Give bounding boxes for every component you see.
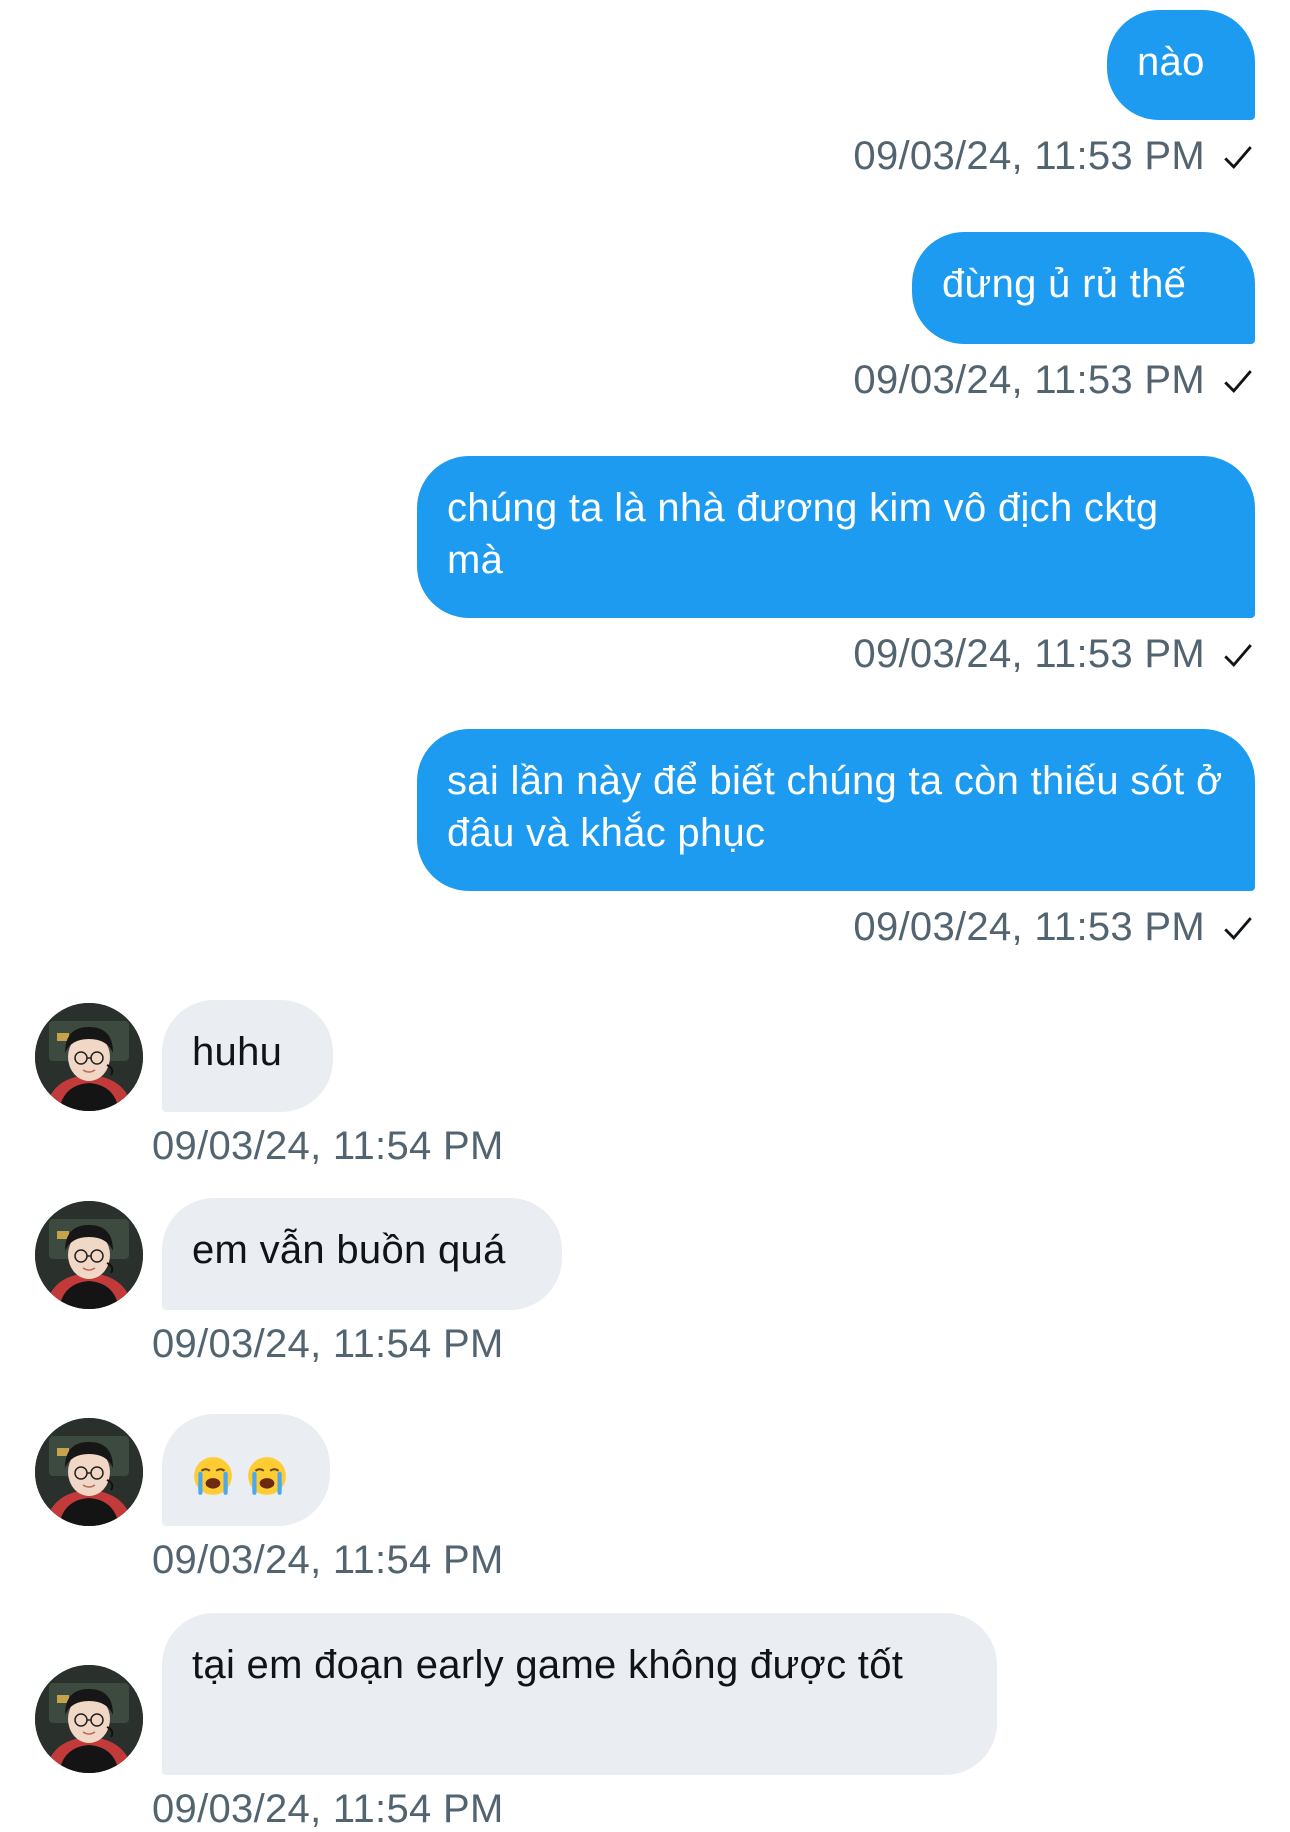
message-timestamp: 09/03/24, 11:54 PM [152, 1787, 504, 1831]
message-meta: 09/03/24, 11:53 PM [853, 358, 1255, 403]
message-timestamp: 09/03/24, 11:53 PM [853, 134, 1205, 178]
message-bubble-received[interactable] [162, 1414, 330, 1526]
avatar-image [35, 1418, 143, 1526]
message-timestamp: 09/03/24, 11:54 PM [152, 1322, 504, 1366]
avatar-image [35, 1003, 143, 1111]
message-timestamp: 09/03/24, 11:53 PM [853, 632, 1205, 676]
message-bubble-sent[interactable]: nào [1107, 10, 1255, 120]
avatar-image [35, 1665, 143, 1773]
message-bubble-sent[interactable]: đừng ủ rủ thế [912, 232, 1255, 344]
loudly-crying-face-icon [194, 1457, 232, 1496]
message-bubble-sent[interactable]: sai lần này để biết chúng ta còn thiếu s… [417, 729, 1255, 891]
check-icon [1224, 916, 1252, 940]
message-bubble-sent[interactable]: chúng ta là nhà đương kim vô địch cktg m… [417, 456, 1255, 618]
avatar[interactable] [35, 1201, 143, 1309]
message-timestamp: 09/03/24, 11:53 PM [853, 905, 1205, 949]
check-icon [1224, 643, 1252, 667]
avatar[interactable] [35, 1003, 143, 1111]
message-timestamp: 09/03/24, 11:54 PM [152, 1538, 504, 1582]
avatar[interactable] [35, 1665, 143, 1773]
avatar[interactable] [35, 1418, 143, 1526]
avatar-image [35, 1201, 143, 1309]
message-bubble-received[interactable]: huhu [162, 1000, 333, 1112]
check-icon [1224, 369, 1252, 393]
message-timestamp: 09/03/24, 11:54 PM [152, 1124, 504, 1168]
message-meta: 09/03/24, 11:53 PM [853, 632, 1255, 677]
check-icon [1224, 145, 1252, 169]
message-timestamp: 09/03/24, 11:53 PM [853, 358, 1205, 402]
loudly-crying-face-icon [248, 1457, 286, 1496]
message-bubble-received[interactable]: tại em đoạn early game không được tốt [162, 1613, 997, 1775]
message-thread: nào 09/03/24, 11:53 PM đừng ủ rủ thế 09/… [0, 0, 1290, 1832]
message-meta: 09/03/24, 11:53 PM [853, 905, 1255, 950]
message-bubble-received[interactable]: em vẫn buồn quá [162, 1198, 562, 1310]
message-meta: 09/03/24, 11:53 PM [853, 134, 1255, 179]
